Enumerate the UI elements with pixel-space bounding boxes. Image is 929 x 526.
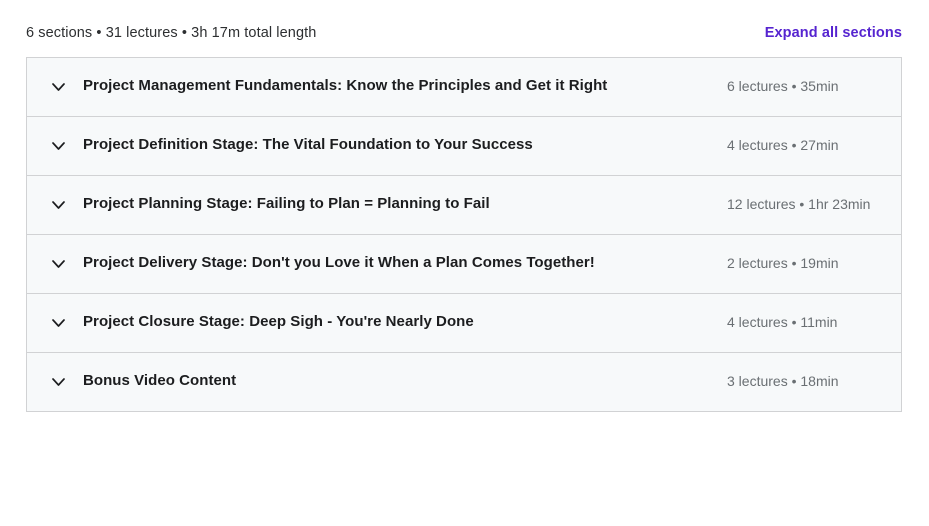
- section-row[interactable]: Project Management Fundamentals: Know th…: [27, 58, 901, 117]
- chevron-down-icon[interactable]: [47, 371, 69, 393]
- chevron-down-icon[interactable]: [47, 76, 69, 98]
- section-row[interactable]: Project Definition Stage: The Vital Foun…: [27, 117, 901, 176]
- curriculum-summary-bar: 6 sections • 31 lectures • 3h 17m total …: [26, 20, 902, 46]
- section-row[interactable]: Project Delivery Stage: Don't you Love i…: [27, 235, 901, 294]
- section-row[interactable]: Project Planning Stage: Failing to Plan …: [27, 176, 901, 235]
- section-meta: 12 lectures • 1hr 23min: [727, 196, 871, 212]
- course-curriculum: 6 sections • 31 lectures • 3h 17m total …: [0, 0, 929, 526]
- section-meta: 6 lectures • 35min: [727, 78, 839, 94]
- section-meta: 3 lectures • 18min: [727, 373, 839, 389]
- section-title: Project Management Fundamentals: Know th…: [83, 77, 608, 94]
- section-title: Project Planning Stage: Failing to Plan …: [83, 195, 490, 212]
- section-meta: 4 lectures • 11min: [727, 314, 838, 330]
- curriculum-summary-text: 6 sections • 31 lectures • 3h 17m total …: [26, 24, 317, 41]
- section-meta: 4 lectures • 27min: [727, 137, 839, 153]
- section-title: Project Delivery Stage: Don't you Love i…: [83, 254, 595, 271]
- chevron-down-icon[interactable]: [47, 135, 69, 157]
- section-row[interactable]: Project Closure Stage: Deep Sigh - You'r…: [27, 294, 901, 353]
- curriculum-sections-panel: Project Management Fundamentals: Know th…: [26, 57, 902, 412]
- chevron-down-icon[interactable]: [47, 253, 69, 275]
- section-title: Bonus Video Content: [83, 372, 237, 389]
- section-title: Project Closure Stage: Deep Sigh - You'r…: [83, 313, 474, 330]
- section-row[interactable]: Bonus Video Content 3 lectures • 18min: [27, 353, 901, 411]
- expand-all-sections-button[interactable]: Expand all sections: [765, 25, 902, 41]
- section-title: Project Definition Stage: The Vital Foun…: [83, 136, 533, 153]
- chevron-down-icon[interactable]: [47, 194, 69, 216]
- section-meta: 2 lectures • 19min: [727, 255, 839, 271]
- chevron-down-icon[interactable]: [47, 312, 69, 334]
